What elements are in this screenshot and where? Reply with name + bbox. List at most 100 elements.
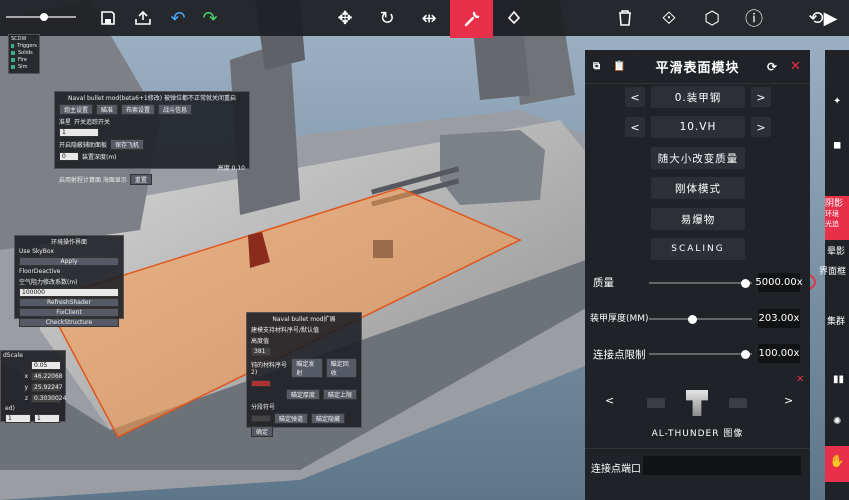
hexagon-icon[interactable]: ⬡ [697,3,727,33]
check-sim[interactable]: Sim [11,64,37,70]
lock-ballistic-button[interactable]: 瞄定弹道 [274,413,309,424]
slider-knob-icon[interactable] [40,13,48,21]
undo-icon[interactable]: ↶ [163,3,193,33]
shadow-toggle[interactable]: 阴影 环境 光追 [825,196,849,240]
zoom-slider[interactable] [6,13,76,21]
material2-field[interactable] [251,380,271,387]
skin-thumb-right[interactable] [728,398,747,408]
rotate-icon[interactable]: ↻ [372,3,402,33]
segment-field[interactable] [251,415,271,422]
hand-icon[interactable]: ✋ [825,446,849,482]
air-drag-field[interactable]: 100000 [19,288,119,297]
mirror-icon[interactable]: ⟐ [654,3,684,33]
skin-caption: AL-THUNDER 图像 [651,429,744,439]
redo-icon[interactable]: ↷ [195,3,225,33]
check-structure-button[interactable]: CheckStructure [19,318,119,327]
armor-thickness-value[interactable]: 203.00x [758,309,800,328]
ui-frame-label[interactable]: 界面框 [819,264,846,277]
grade-prev-button[interactable]: < [625,117,645,137]
mass-slider[interactable] [649,278,752,288]
grade-selector[interactable]: 10.VH [651,116,745,138]
save-aircraft-button[interactable]: 保存飞机 [110,139,145,150]
lock-limit-button[interactable]: 瞄定上限 [322,389,357,400]
scale-icon[interactable]: ⇹ [414,3,444,33]
grade-next-button[interactable]: > [751,117,771,137]
save-icon[interactable] [93,3,123,33]
settings-icon[interactable]: ✦ [833,96,841,107]
reset-icon[interactable]: ⟳ [767,60,778,74]
lock-hide-button[interactable]: 瞄定隐藏 [311,413,346,424]
paint-icon[interactable] [499,3,529,33]
remove-skin-icon[interactable]: ✕ [796,374,804,385]
floor-deactive-toggle[interactable]: FloorDeactive [19,268,119,275]
tab-main[interactable]: 炮主设置 [59,104,94,115]
info-icon[interactable]: ⓘ [739,3,769,33]
pos-x-field[interactable]: 46.22068 [31,372,63,381]
share-icon[interactable] [128,3,158,33]
move-icon[interactable]: ✥ [330,3,360,33]
joint-limit-slider[interactable] [649,349,752,359]
material-next-button[interactable]: > [751,87,771,107]
tab-combat[interactable]: 战斗信息 [158,104,193,115]
naval-mod-title: Naval bullet mod(beta6+1修改) 被弹位都不正常就关闭重启 [68,95,236,102]
bars-icon[interactable]: ▮▮ [833,374,844,385]
depth-field[interactable]: 0 [59,152,79,161]
rigidbody-toggle[interactable]: 刚体模式 [651,177,745,199]
tab-aim[interactable]: 瞄准 [96,104,119,115]
copy-icon[interactable]: ⧉ [593,61,601,72]
cluster-label[interactable]: 集群 [827,314,845,327]
skin-thumb-center[interactable] [685,390,708,416]
aux-panel-toggle[interactable]: 开启隐蔽辅助面板 [59,140,107,149]
stat-field-b[interactable]: 1 [34,414,60,423]
scaling-toggle[interactable]: SCALING [651,238,745,260]
scale-stats-panel: dScale 0.05 x 46.22068 y 25.92247 z 0.30300… [0,350,66,423]
fix-client-button[interactable]: FixClient [19,308,119,317]
confirm-button[interactable]: 确定 [251,426,274,437]
paste-icon[interactable]: 📋 [613,61,626,72]
skin-prev-button[interactable]: < [605,394,614,407]
tracking-toggle[interactable]: 开关追踪开关 [74,117,110,126]
apply-button[interactable]: Apply [19,257,119,266]
mass-slider-knob[interactable] [741,278,750,288]
material-prev-button[interactable]: < [625,87,645,107]
refresh-shader-button[interactable]: RefreshShader [19,298,119,307]
range-calc-toggle[interactable]: 启用射程计算面 海面显示 [59,175,127,184]
reset-button[interactable]: 重置 [129,174,152,185]
check-solids[interactable]: Solids [11,50,37,56]
armor-slider-knob[interactable] [688,314,697,324]
lock-thickness-button[interactable]: 瞄定厚度 [285,389,320,400]
crosshair-field[interactable]: 1 [59,128,99,137]
sim-icon[interactable]: ⟲▶ [803,3,843,33]
skybox-toggle[interactable]: Use SkyBox [19,248,119,255]
panel-header: ⧉ 📋 平滑表面模块 ⟳ ✕ [585,50,810,84]
material-field[interactable]: 381 [251,347,271,356]
armor-thickness-slider[interactable] [649,314,752,324]
trash-icon[interactable] [610,3,640,33]
camera-icon[interactable]: ◼ [833,140,841,151]
lock-recover-button[interactable]: 瞄定回收 [325,358,357,378]
tab-armor[interactable]: 布索设置 [121,104,156,115]
material-selector[interactable]: 0.装甲钢 [651,86,745,108]
environment-panel: 环境操作界面 Use SkyBox Apply FloorDeactive 空气… [14,235,124,327]
lock-fire-button[interactable]: 瞄定发射 [291,358,323,378]
stat-field-a[interactable]: 1 [5,414,31,423]
pos-z-field[interactable]: 0.3030024 [31,394,66,403]
skin-thumb-left[interactable] [647,398,666,408]
mass-label: 质量 [593,277,614,289]
tool-icon[interactable]: ✺ [833,416,841,427]
joint-slider-knob[interactable] [741,349,750,359]
skin-next-button[interactable]: > [784,394,793,407]
connection-port-input[interactable] [643,456,801,475]
pos-y-field[interactable]: 25.92247 [31,383,63,392]
close-icon[interactable]: ✕ [790,59,802,74]
right-side-panel: ✦ ◼ 阴影 环境 光追 晕影 界面框 集群 ▮▮ ✺ ✋ [819,50,849,500]
check-fire[interactable]: Fire [11,57,37,63]
scale-mass-toggle[interactable]: 随大小改变质量 [651,147,745,169]
scale-field[interactable]: 0.05 [31,361,61,370]
check-triggers[interactable]: Triggers [11,43,37,49]
explosive-toggle[interactable]: 易爆物 [651,208,745,230]
wrench-icon[interactable] [450,0,493,38]
joint-limit-value[interactable]: 100.00x [758,344,800,363]
mass-value[interactable]: 5000.00x [755,273,803,292]
vignette-label[interactable]: 晕影 [827,244,845,257]
